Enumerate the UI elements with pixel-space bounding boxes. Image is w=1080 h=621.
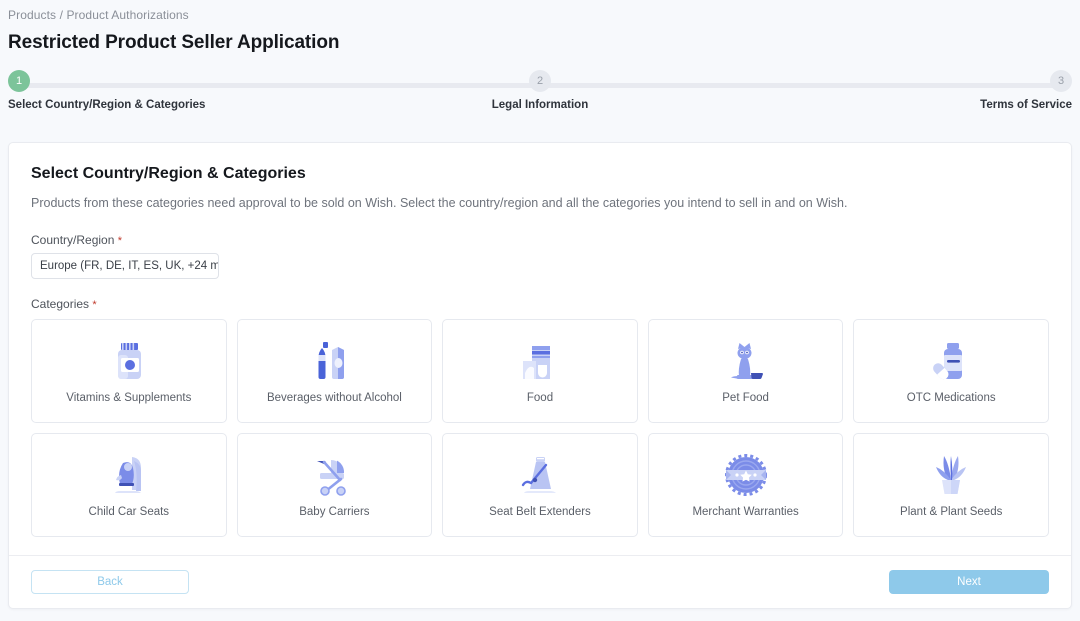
category-label: Beverages without Alcohol bbox=[263, 392, 406, 406]
category-label: Seat Belt Extenders bbox=[485, 506, 595, 520]
card-body: Select Country/Region & Categories Produ… bbox=[9, 143, 1071, 555]
categories-label-text: Categories bbox=[31, 297, 89, 311]
section-description: Products from these categories need appr… bbox=[31, 195, 1049, 213]
country-region-label-text: Country/Region bbox=[31, 233, 114, 247]
category-card-merchant-warranties[interactable]: Merchant Warranties bbox=[648, 433, 844, 537]
step-2-legal-information[interactable]: 2 Legal Information bbox=[480, 70, 600, 111]
category-card-pet-food[interactable]: Pet Food bbox=[648, 319, 844, 423]
category-label: Plant & Plant Seeds bbox=[896, 506, 1006, 520]
step-2-label: Legal Information bbox=[480, 99, 600, 111]
stroller-icon bbox=[306, 444, 362, 506]
back-button[interactable]: Back bbox=[31, 570, 189, 594]
application-card: Select Country/Region & Categories Produ… bbox=[8, 142, 1072, 609]
category-card-plant-plant-seeds[interactable]: Plant & Plant Seeds bbox=[853, 433, 1049, 537]
category-card-vitamins-supplements[interactable]: Vitamins & Supplements bbox=[31, 319, 227, 423]
category-card-otc-medications[interactable]: OTC Medications bbox=[853, 319, 1049, 423]
category-card-child-car-seats[interactable]: Child Car Seats bbox=[31, 433, 227, 537]
country-region-select[interactable]: Europe (FR, DE, IT, ES, UK, +24 m bbox=[31, 253, 219, 279]
category-label: Vitamins & Supplements bbox=[62, 392, 195, 406]
next-button[interactable]: Next bbox=[889, 570, 1049, 594]
child-car-seat-icon bbox=[101, 444, 157, 506]
potted-plant-icon bbox=[923, 444, 979, 506]
category-label: OTC Medications bbox=[903, 392, 1000, 406]
category-label: Baby Carriers bbox=[295, 506, 373, 520]
category-card-beverages-without-alcohol[interactable]: Beverages without Alcohol bbox=[237, 319, 433, 423]
step-3-terms-of-service[interactable]: 3 Terms of Service bbox=[952, 70, 1072, 111]
breadcrumb[interactable]: Products / Product Authorizations bbox=[0, 0, 1080, 22]
step-2-circle: 2 bbox=[529, 70, 551, 92]
step-3-label: Terms of Service bbox=[952, 99, 1072, 111]
category-label: Child Car Seats bbox=[85, 506, 174, 520]
country-region-required-asterisk: * bbox=[118, 235, 122, 247]
categories-grid: Vitamins & Supplements B bbox=[31, 319, 1049, 537]
step-1-select-country-categories[interactable]: 1 Select Country/Region & Categories bbox=[8, 70, 128, 111]
cat-with-bowl-icon bbox=[718, 330, 774, 392]
card-footer: Back Next bbox=[9, 556, 1071, 608]
page-title: Restricted Product Seller Application bbox=[0, 22, 1080, 54]
categories-label: Categories * bbox=[31, 297, 1049, 311]
warranty-badge-icon bbox=[718, 444, 774, 506]
step-3-circle: 3 bbox=[1050, 70, 1072, 92]
category-label: Pet Food bbox=[718, 392, 773, 406]
country-region-label: Country/Region * bbox=[31, 233, 1049, 247]
food-package-icon bbox=[512, 330, 568, 392]
section-title: Select Country/Region & Categories bbox=[31, 165, 1049, 183]
categories-required-asterisk: * bbox=[92, 299, 96, 311]
step-1-circle: 1 bbox=[8, 70, 30, 92]
category-card-food[interactable]: Food bbox=[442, 319, 638, 423]
category-card-seat-belt-extenders[interactable]: Seat Belt Extenders bbox=[442, 433, 638, 537]
category-card-baby-carriers[interactable]: Baby Carriers bbox=[237, 433, 433, 537]
country-region-value: Europe (FR, DE, IT, ES, UK, +24 m bbox=[40, 260, 219, 272]
beverage-bottles-icon bbox=[306, 330, 362, 392]
progress-stepper: 1 Select Country/Region & Categories 2 L… bbox=[8, 70, 1072, 116]
medicine-bottle-icon bbox=[923, 330, 979, 392]
supplement-bottle-icon bbox=[101, 330, 157, 392]
category-label: Merchant Warranties bbox=[688, 506, 802, 520]
seat-belt-icon bbox=[512, 444, 568, 506]
application-page: Products / Product Authorizations Restri… bbox=[0, 0, 1080, 621]
step-1-label: Select Country/Region & Categories bbox=[8, 99, 128, 111]
category-label: Food bbox=[523, 392, 557, 406]
